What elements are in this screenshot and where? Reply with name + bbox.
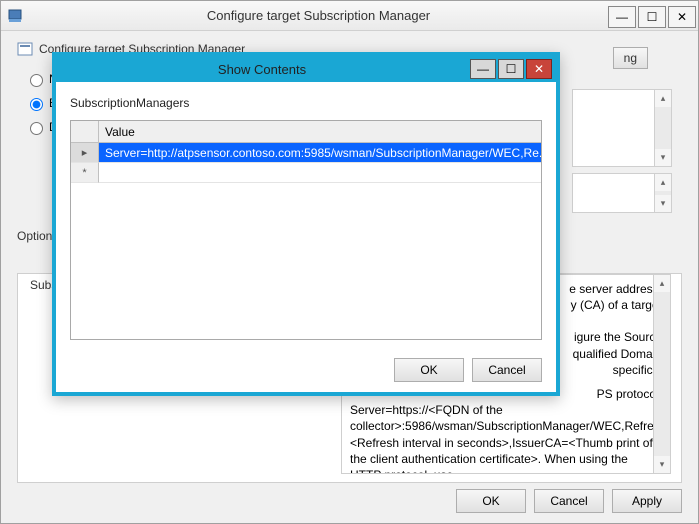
row-indicator-current: ▸ [71,143,99,163]
maximize-icon: ☐ [506,62,517,76]
scroll-down-icon[interactable]: ▾ [654,456,670,473]
dialog-cancel-button[interactable]: Cancel [472,358,542,382]
grid-column-value[interactable]: Value [99,121,541,143]
parent-footer: OK Cancel Apply [1,489,698,513]
dialog-footer: OK Cancel [386,358,542,382]
dialog-maximize-button[interactable]: ☐ [498,59,524,79]
radio-enabled-input[interactable] [30,98,43,111]
comment-box: ▴ ▾ [572,173,672,213]
minimize-button[interactable]: — [608,6,636,28]
parent-titlebar: Configure target Subscription Manager — … [1,1,698,31]
radio-not-configured-input[interactable] [30,74,43,87]
dialog-window-controls: — ☐ ✕ [468,59,556,79]
scroll-track[interactable] [654,292,670,456]
minimize-icon: — [477,62,489,76]
supported-on-box: ▴ ▾ [572,89,672,167]
scroll-down-icon[interactable]: ▾ [655,195,671,212]
dialog-title: Show Contents [56,62,468,77]
parent-window-controls: — ☐ ✕ [608,4,698,28]
dialog-body: SubscriptionManagers Value ▸ Server=http… [70,96,542,348]
close-icon: ✕ [677,10,687,24]
help-line: Server=https://<FQDN of the collector>:5… [350,402,662,474]
scroll-up-icon[interactable]: ▴ [654,275,670,292]
grid-row-new[interactable]: * [71,163,541,183]
grid-cell-empty[interactable] [99,163,541,183]
scroll-up-icon[interactable]: ▴ [655,90,671,107]
grid-label: SubscriptionManagers [70,96,542,110]
radio-disabled-input[interactable] [30,122,43,135]
apply-button[interactable]: Apply [612,489,682,513]
row-indicator-new: * [71,163,99,183]
scroll-track[interactable] [655,107,671,149]
maximize-icon: ☐ [647,10,658,24]
parent-title: Configure target Subscription Manager [29,8,608,23]
ok-button[interactable]: OK [456,489,526,513]
dialog-ok-button[interactable]: OK [394,358,464,382]
dialog-close-button[interactable]: ✕ [526,59,552,79]
policy-icon [17,41,33,57]
minimize-icon: — [616,10,628,24]
cancel-button[interactable]: Cancel [534,489,604,513]
app-icon [7,8,23,24]
show-contents-dialog: Show Contents — ☐ ✕ SubscriptionManagers… [52,52,560,396]
grid-header: Value [71,121,541,143]
grid-row[interactable]: ▸ Server=http://atpsensor.contoso.com:59… [71,143,541,163]
subscription-managers-grid[interactable]: Value ▸ Server=http://atpsensor.contoso.… [70,120,542,340]
scroll-down-icon[interactable]: ▾ [655,149,671,166]
scrollbar[interactable]: ▴ ▾ [653,275,670,473]
dialog-minimize-button[interactable]: — [470,59,496,79]
grid-corner [71,121,99,143]
scrollbar[interactable]: ▴ ▾ [654,90,671,166]
grid-cell-value[interactable]: Server=http://atpsensor.contoso.com:5985… [99,143,541,163]
truncated-button[interactable]: ng [613,47,648,69]
dialog-titlebar: Show Contents — ☐ ✕ [56,56,556,82]
close-button[interactable]: ✕ [668,6,696,28]
scrollbar[interactable]: ▴ ▾ [654,174,671,212]
close-icon: ✕ [534,62,544,76]
scroll-up-icon[interactable]: ▴ [655,174,671,191]
maximize-button[interactable]: ☐ [638,6,666,28]
